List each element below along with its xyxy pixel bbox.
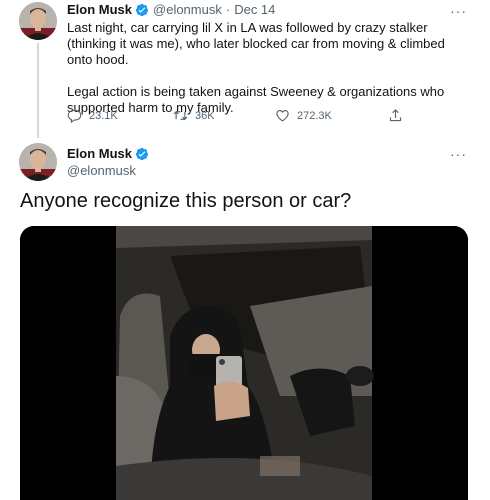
tweet-video[interactable] (20, 226, 468, 500)
share-icon (389, 109, 402, 122)
verified-badge-icon (135, 3, 149, 17)
tweet-date[interactable]: Dec 14 (234, 2, 275, 17)
author-handle[interactable]: @elonmusk (67, 163, 136, 178)
tweet-1[interactable]: Elon Musk @elonmusk · Dec 14 ··· Last ni… (0, 0, 490, 140)
video-frame (20, 226, 468, 500)
tweet-1-header: Elon Musk @elonmusk · Dec 14 (67, 2, 275, 17)
like-button[interactable]: 272.3K (275, 108, 332, 123)
author-name[interactable]: Elon Musk (67, 146, 132, 161)
author-name-row: Elon Musk (67, 146, 153, 161)
retweet-button[interactable]: 36K (173, 108, 215, 123)
tweet-2-text: Anyone recognize this person or car? (20, 190, 352, 212)
like-count: 272.3K (297, 109, 332, 122)
reply-count: 23.1K (89, 109, 118, 122)
tweet-2-header: Elon Musk @elonmusk ··· (0, 140, 490, 185)
thread-line (37, 43, 39, 138)
tweet-paragraph: Last night, car carrying lil X in LA was… (67, 20, 445, 67)
reply-button[interactable]: 23.1K (67, 108, 118, 123)
reply-icon (67, 109, 82, 123)
avatar[interactable] (19, 2, 57, 40)
more-icon[interactable]: ··· (450, 4, 468, 18)
retweet-count: 36K (195, 109, 215, 122)
author-handle[interactable]: @elonmusk (153, 2, 222, 17)
separator: · (225, 2, 231, 17)
verified-badge-icon (135, 147, 149, 161)
share-button[interactable] (388, 108, 410, 123)
tweet-actions: 23.1K 36K 272.3K (67, 108, 412, 126)
author-name[interactable]: Elon Musk (67, 2, 132, 17)
retweet-icon (173, 110, 188, 121)
tweet-1-text: Last night, car carrying lil X in LA was… (67, 20, 472, 116)
more-icon[interactable]: ··· (450, 147, 468, 161)
like-icon (276, 109, 289, 122)
avatar[interactable] (19, 143, 57, 181)
